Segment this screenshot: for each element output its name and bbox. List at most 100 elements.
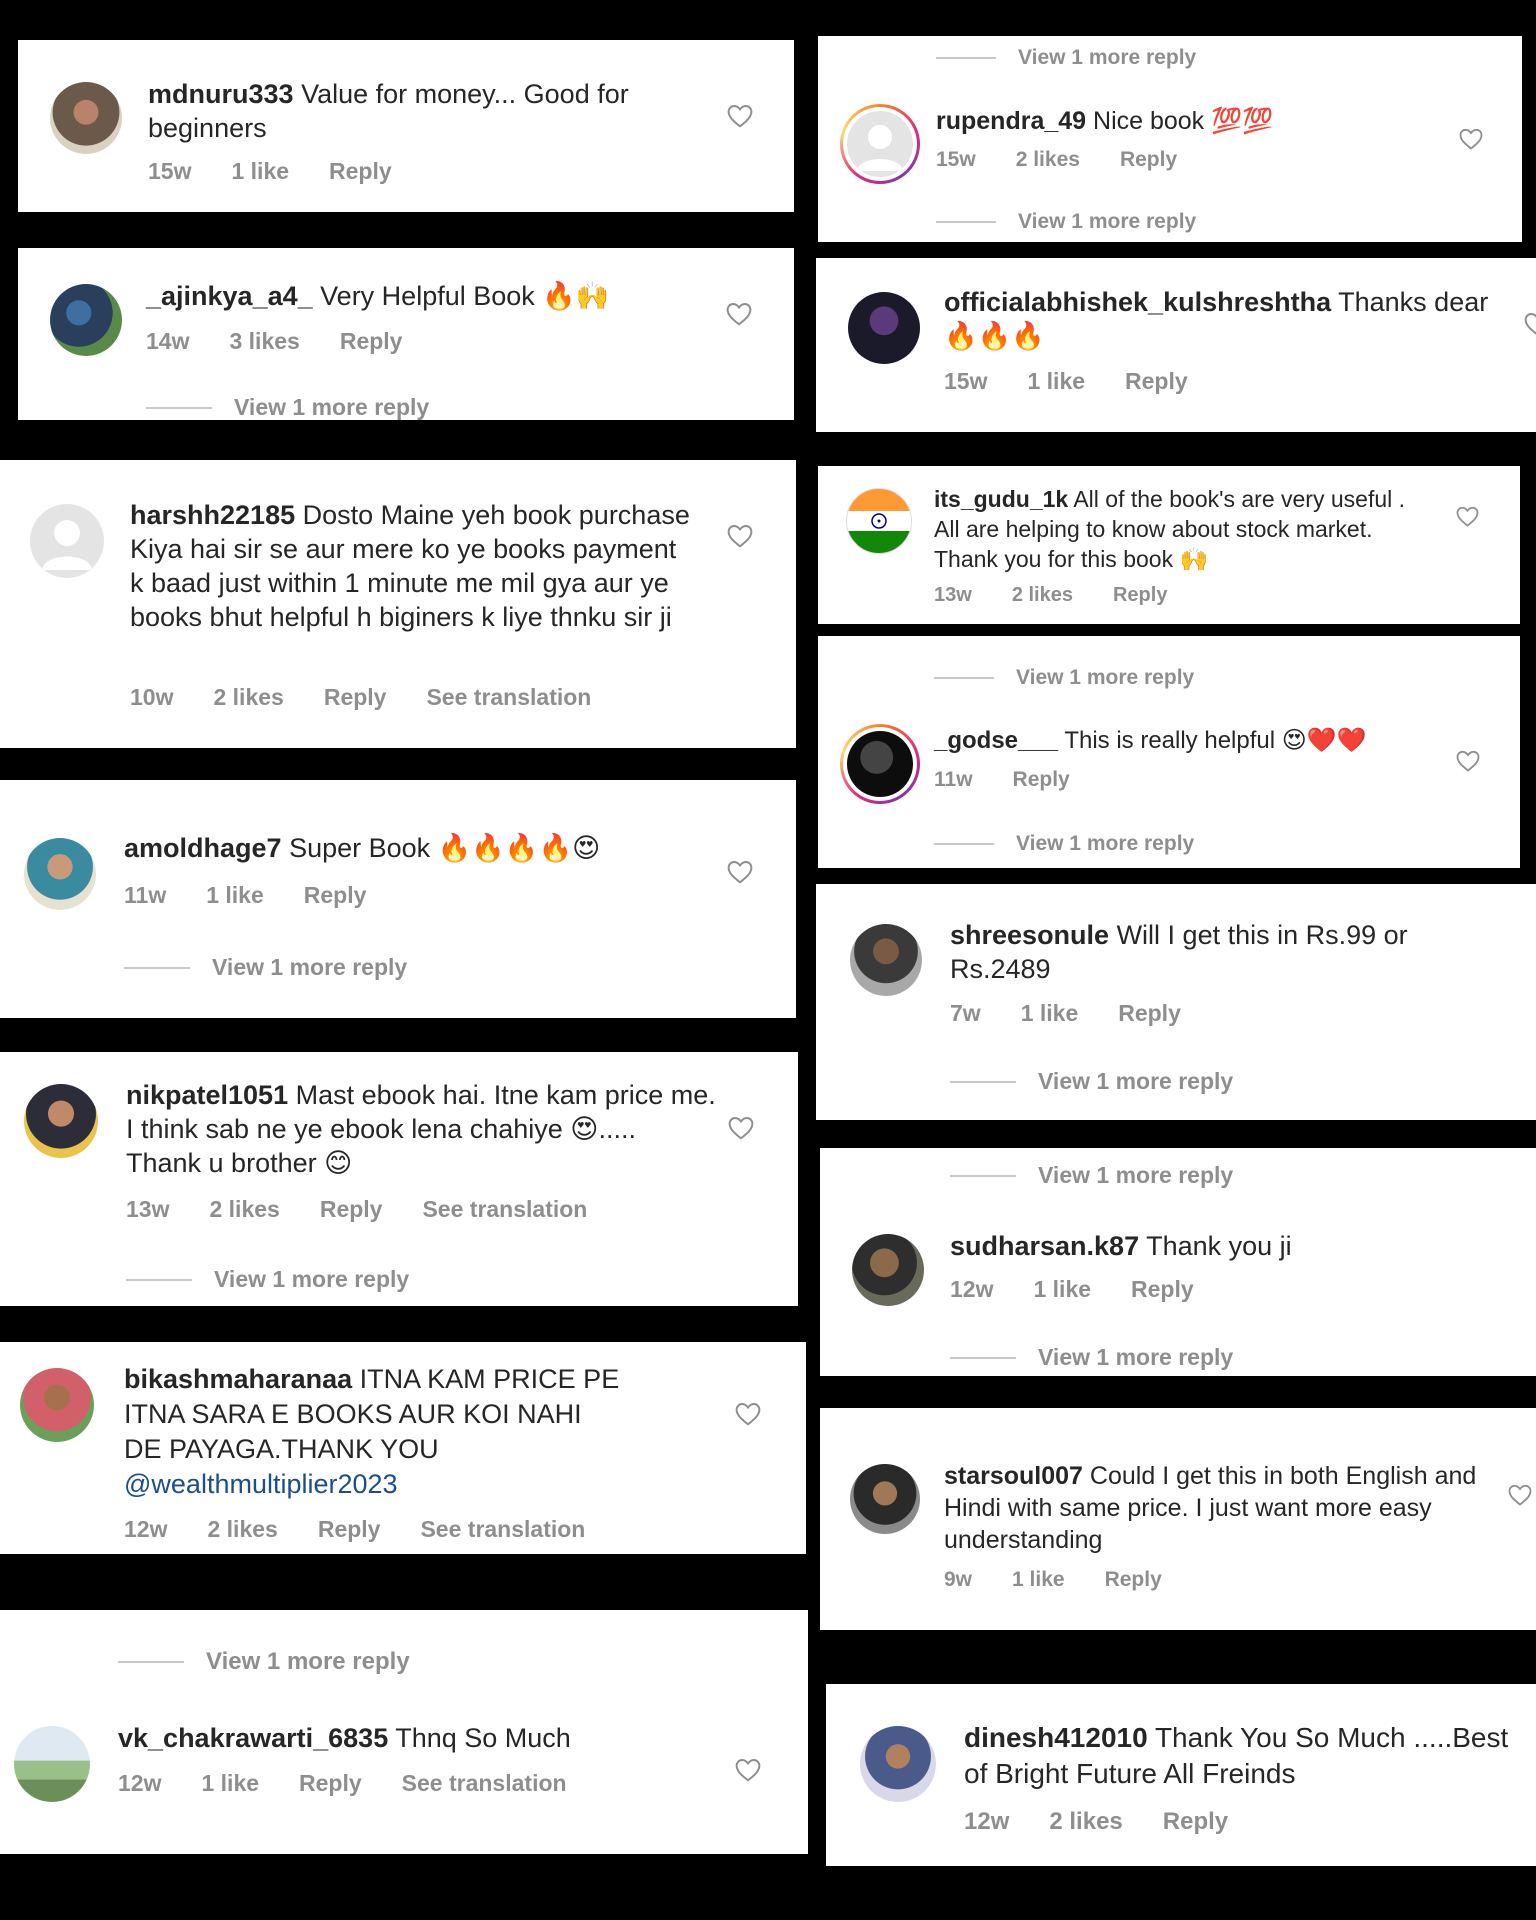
view-more-replies[interactable]: View 1 more reply xyxy=(146,394,429,420)
flag-avatar[interactable] xyxy=(846,488,912,554)
like-heart-icon[interactable] xyxy=(735,1758,761,1782)
comment-username[interactable]: vk_chakrawarti_6835 xyxy=(118,1723,388,1753)
see-translation-button[interactable]: See translation xyxy=(426,684,591,711)
reply-button[interactable]: Reply xyxy=(1105,1568,1162,1592)
like-count[interactable]: 1 like xyxy=(1012,1568,1065,1592)
comment-username[interactable]: starsoul007 xyxy=(944,1462,1083,1490)
like-count[interactable]: 2 likes xyxy=(213,684,283,711)
like-count[interactable]: 1 like xyxy=(231,158,289,185)
reply-button[interactable]: Reply xyxy=(324,684,387,711)
view-more-label[interactable]: View 1 more reply xyxy=(212,954,407,981)
avatar[interactable] xyxy=(850,924,922,996)
comment-body: Very Helpful Book 🔥🙌 xyxy=(320,281,610,311)
view-more-replies[interactable]: View 1 more reply xyxy=(934,832,1194,856)
reply-button[interactable]: Reply xyxy=(320,1196,383,1223)
view-more-replies[interactable]: View 1 more reply xyxy=(950,1162,1233,1189)
comment-username[interactable]: harshh22185 xyxy=(130,500,295,530)
like-count[interactable]: 2 likes xyxy=(1049,1808,1122,1836)
like-count[interactable]: 1 like xyxy=(1033,1276,1091,1303)
like-heart-icon[interactable] xyxy=(1456,750,1480,772)
comment-username[interactable]: dinesh412010 xyxy=(964,1722,1148,1753)
like-heart-icon[interactable] xyxy=(728,1116,754,1140)
view-more-label[interactable]: View 1 more reply xyxy=(1038,1068,1233,1095)
like-heart-icon[interactable] xyxy=(735,1402,761,1426)
avatar[interactable] xyxy=(852,1234,924,1306)
avatar[interactable] xyxy=(14,1726,90,1802)
view-more-label[interactable]: View 1 more reply xyxy=(1016,832,1194,856)
avatar[interactable] xyxy=(860,1726,936,1802)
like-count[interactable]: 2 likes xyxy=(209,1196,279,1223)
comment-username[interactable]: sudharsan.k87 xyxy=(950,1231,1139,1261)
avatar[interactable] xyxy=(24,1084,98,1158)
view-more-label[interactable]: View 1 more reply xyxy=(1018,210,1196,234)
like-count[interactable]: 1 like xyxy=(201,1770,259,1797)
reply-button[interactable]: Reply xyxy=(1131,1276,1194,1303)
like-heart-icon[interactable] xyxy=(1524,312,1536,336)
like-heart-icon[interactable] xyxy=(1459,128,1483,150)
avatar[interactable] xyxy=(50,82,122,154)
view-more-replies[interactable]: View 1 more reply xyxy=(124,954,407,981)
like-count[interactable]: 2 likes xyxy=(207,1516,277,1543)
divider xyxy=(934,677,994,679)
mention-link[interactable]: @wealthmultiplier2023 xyxy=(124,1469,398,1499)
comment-username[interactable]: officialabhishek_kulshreshtha xyxy=(944,287,1331,317)
reply-button[interactable]: Reply xyxy=(318,1516,381,1543)
view-more-label[interactable]: View 1 more reply xyxy=(214,1266,409,1293)
comment-username[interactable]: _godse___ xyxy=(934,727,1058,754)
story-ring-avatar[interactable] xyxy=(840,104,920,184)
reply-button[interactable]: Reply xyxy=(340,328,403,355)
reply-button[interactable]: Reply xyxy=(1125,368,1188,395)
reply-button[interactable]: Reply xyxy=(304,882,367,909)
like-heart-icon[interactable] xyxy=(727,860,753,884)
avatar[interactable] xyxy=(20,1368,94,1442)
like-heart-icon[interactable] xyxy=(1508,1484,1532,1506)
like-count[interactable]: 2 likes xyxy=(1016,148,1080,172)
view-more-replies[interactable]: View 1 more reply xyxy=(934,666,1194,690)
avatar[interactable] xyxy=(850,1464,920,1534)
avatar[interactable] xyxy=(50,284,122,356)
view-more-label[interactable]: View 1 more reply xyxy=(1018,46,1196,70)
avatar[interactable] xyxy=(30,504,104,578)
like-heart-icon[interactable] xyxy=(1456,506,1479,527)
view-more-replies[interactable]: View 1 more reply xyxy=(936,210,1196,234)
view-more-label[interactable]: View 1 more reply xyxy=(206,1648,410,1676)
comment-username[interactable]: _ajinkya_a4_ xyxy=(146,281,313,311)
avatar[interactable] xyxy=(848,292,920,364)
view-more-replies[interactable]: View 1 more reply xyxy=(126,1266,409,1293)
view-more-replies[interactable]: View 1 more reply xyxy=(118,1648,410,1676)
comment-username[interactable]: its_gudu_1k xyxy=(934,486,1068,512)
like-count[interactable]: 2 likes xyxy=(1012,584,1073,607)
view-more-label[interactable]: View 1 more reply xyxy=(1038,1344,1233,1371)
comment-username[interactable]: rupendra_49 xyxy=(936,107,1086,135)
view-more-replies[interactable]: View 1 more reply xyxy=(950,1344,1233,1371)
reply-button[interactable]: Reply xyxy=(1113,584,1167,607)
reply-button[interactable]: Reply xyxy=(1013,768,1070,792)
view-more-label[interactable]: View 1 more reply xyxy=(1016,666,1194,690)
comment-username[interactable]: mdnuru333 xyxy=(148,79,294,109)
like-count[interactable]: 1 like xyxy=(206,882,264,909)
reply-button[interactable]: Reply xyxy=(1118,1000,1181,1027)
avatar[interactable] xyxy=(24,838,96,910)
like-count[interactable]: 1 like xyxy=(1027,368,1085,395)
view-more-label[interactable]: View 1 more reply xyxy=(1038,1162,1233,1189)
story-ring-avatar[interactable] xyxy=(840,724,920,804)
reply-button[interactable]: Reply xyxy=(299,1770,362,1797)
comment-username[interactable]: nikpatel1051 xyxy=(126,1080,288,1110)
comment-username[interactable]: shreesonule xyxy=(950,920,1109,950)
like-heart-icon[interactable] xyxy=(727,104,753,128)
view-more-replies[interactable]: View 1 more reply xyxy=(936,46,1196,70)
view-more-label[interactable]: View 1 more reply xyxy=(234,394,429,420)
reply-button[interactable]: Reply xyxy=(1163,1808,1228,1836)
view-more-replies[interactable]: View 1 more reply xyxy=(950,1068,1233,1095)
reply-button[interactable]: Reply xyxy=(1120,148,1177,172)
see-translation-button[interactable]: See translation xyxy=(420,1516,585,1543)
like-heart-icon[interactable] xyxy=(726,302,752,326)
like-count[interactable]: 1 like xyxy=(1021,1000,1079,1027)
like-count[interactable]: 3 likes xyxy=(229,328,299,355)
reply-button[interactable]: Reply xyxy=(329,158,392,185)
see-translation-button[interactable]: See translation xyxy=(402,1770,567,1797)
see-translation-button[interactable]: See translation xyxy=(422,1196,587,1223)
comment-username[interactable]: bikashmaharanaa xyxy=(124,1364,352,1394)
comment-username[interactable]: amoldhage7 xyxy=(124,833,282,863)
like-heart-icon[interactable] xyxy=(727,524,753,548)
